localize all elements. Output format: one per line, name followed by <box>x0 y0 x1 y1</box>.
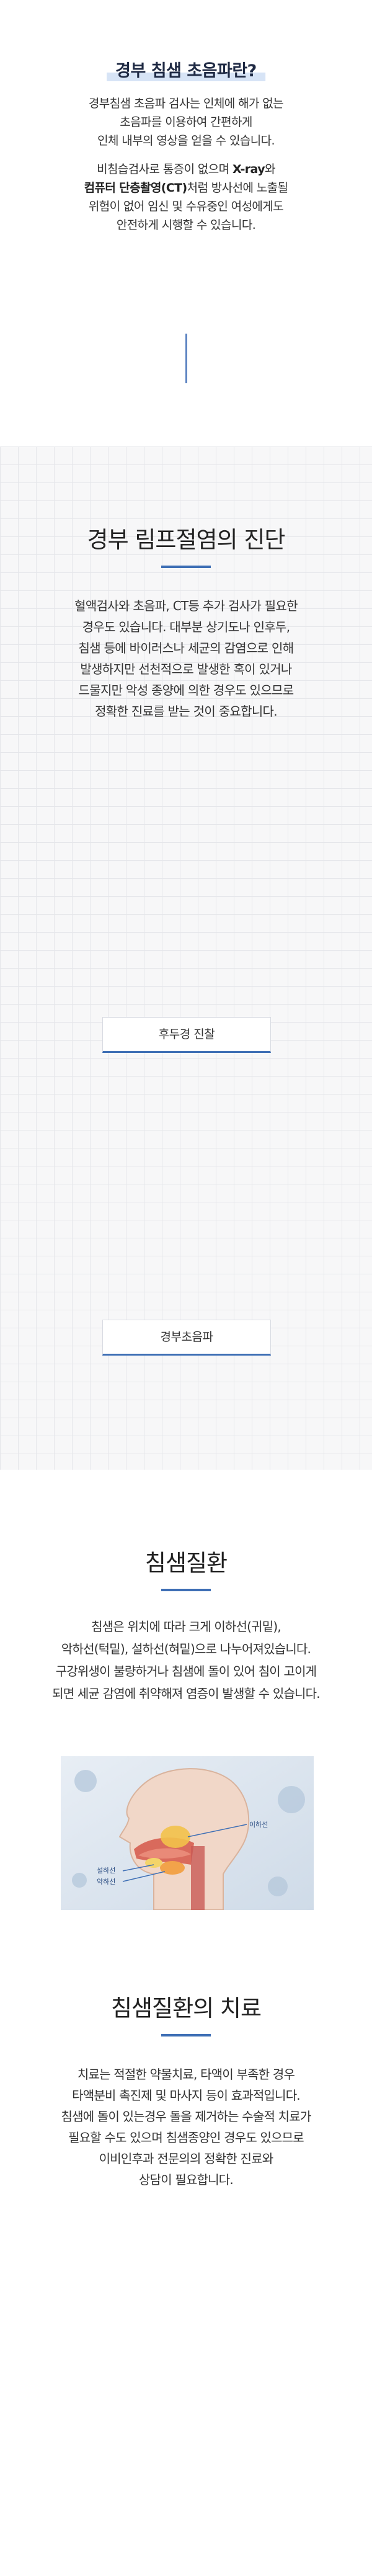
text-line: 경부침샘 초음파 검사는 인체에 해가 없는 <box>88 97 284 110</box>
section-title: 침샘질환 <box>144 1550 228 1576</box>
text-line: 필요할 수도 있으며 침샘종양인 경우도 있으므로 <box>68 2130 304 2145</box>
text-line: 침샘 등에 바이러스나 세균의 감염으로 인해 <box>78 641 294 655</box>
treatment-title: 침샘질환의 치료 <box>110 1995 262 2022</box>
text-line: 발생하지만 선천적으로 발생한 혹이 있거나 <box>80 662 292 677</box>
section-title: 경부 림프절염의 진단 <box>87 526 286 553</box>
text-line: 침샘에 돌이 있는경우 돌을 제거하는 수술적 치료가 <box>61 2109 312 2124</box>
diagram-label-parotid: 이하선 <box>249 1820 268 1829</box>
text-line: 인체 내부의 영상을 얻을 수 있습니다. <box>97 134 275 148</box>
treatment-paragraph: 치료는 적절한 약물치료, 타액이 부족한 경우 타액분비 촉진제 및 마사지 … <box>12 2064 360 2190</box>
text-line: 안전하게 시행할 수 있습니다. <box>116 218 256 232</box>
text-line: 혈액검사와 초음파, CT등 추가 검사가 필요한 <box>74 598 298 613</box>
safety-paragraph: 비침습검사로 통증이 없으며 X-ray와 컴퓨터 단층촬영(CT)처럼 방사선… <box>37 160 335 234</box>
text-line: 처럼 방사선에 노출될 <box>187 181 288 195</box>
section-lymphadenitis-diagnosis: 경부 림프절염의 진단 혈액검사와 초음파, CT등 추가 검사가 필요한 경우… <box>0 446 372 1470</box>
section-what-is-ultrasound: 경부 침샘 초음파란? 경부침샘 초음파 검사는 인체에 해가 없는 초음파를 … <box>0 0 372 446</box>
parotid-gland <box>161 1826 190 1848</box>
bold-text: 컴퓨터 단층촬영(CT) <box>84 181 188 195</box>
laryngoscope-image <box>62 763 310 843</box>
bold-text: X-ray <box>232 162 265 176</box>
title-underline <box>161 1589 211 1591</box>
text-line: 구강위생이 불량하거나 침샘에 돌이 있어 침이 고이게 <box>55 1664 317 1679</box>
salivary-paragraph: 침샘은 위치에 따라 크게 이하선(귀밑), 악하선(턱밑), 설하선(혀밑)으… <box>12 1615 360 1705</box>
diagram-label-sublingual: 설하선 <box>97 1866 115 1875</box>
text-line: 와 <box>264 162 275 176</box>
text-line: 초음파를 이용하여 간편하게 <box>120 115 252 129</box>
laryngoscope-label: 후두경 진찰 <box>102 1017 271 1053</box>
text-line: 침샘은 위치에 따라 크게 이하선(귀밑), <box>91 1619 281 1634</box>
text-line: 위험이 없어 임신 및 수유중인 여성에게도 <box>88 200 284 213</box>
text-line: 악하선(턱밑), 설하선(혀밑)으로 나누어져있습니다. <box>61 1641 311 1656</box>
neck-ultrasound-label: 경부초음파 <box>102 1320 271 1356</box>
intro-paragraph: 경부침샘 초음파 검사는 인체에 해가 없는 초음파를 이용하여 간편하게 인체… <box>37 94 335 150</box>
text-line: 되면 세균 감염에 취약해져 염증이 발생할 수 있습니다. <box>52 1686 320 1701</box>
diagram-label-submandibular: 악하선 <box>97 1877 115 1886</box>
salivary-gland-illustration: 이하선 설하선 악하선 <box>61 1756 314 1910</box>
title-underline <box>161 566 211 568</box>
section-title: 경부 침샘 초음파란? <box>107 57 265 81</box>
text-line: 상담이 필요합니다. <box>139 2172 234 2187</box>
text-line: 드물지만 악성 종양에 의한 경우도 있으므로 <box>78 683 294 698</box>
text-line: 타액분비 촉진제 및 마사지 등이 효과적입니다. <box>72 2088 301 2103</box>
vertical-divider <box>185 334 187 383</box>
text-line: 비침습검사로 통증이 없으며 <box>97 162 232 176</box>
diagnosis-paragraph: 혈액검사와 초음파, CT등 추가 검사가 필요한 경우도 있습니다. 대부분 … <box>25 595 347 722</box>
title-underline <box>161 2034 211 2036</box>
text-line: 치료는 적절한 약물치료, 타액이 부족한 경우 <box>77 2067 295 2082</box>
text-line: 경우도 있습니다. 대부분 상기도나 인후두, <box>82 620 291 634</box>
throat <box>191 1846 205 1910</box>
text-line: 이비인후과 전문의의 정확한 진료와 <box>99 2151 273 2166</box>
neck-ultrasound-image <box>62 1079 310 1191</box>
text-line: 정확한 진료를 받는 것이 중요합니다. <box>95 704 277 719</box>
section-salivary-disease: 침샘질환 침샘은 위치에 따라 크게 이하선(귀밑), 악하선(턱밑), 설하선… <box>0 1470 372 2576</box>
submandibular-gland <box>160 1861 185 1875</box>
